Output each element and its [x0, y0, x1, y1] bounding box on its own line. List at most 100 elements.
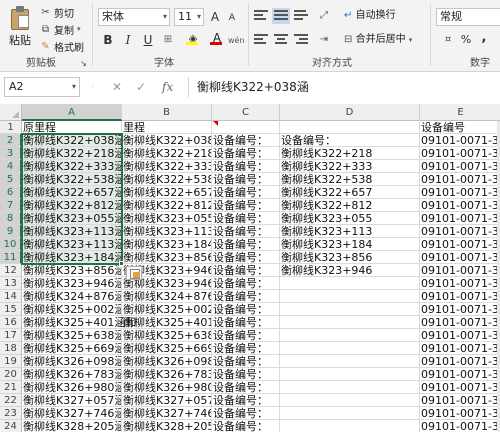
font-size-select[interactable]: 11 ▾	[174, 8, 204, 26]
wrap-text-button[interactable]: ↵ 自动换行	[344, 8, 396, 24]
cell-a14[interactable]: 衡柳线K324+876涵	[22, 290, 122, 303]
cell-d21[interactable]	[280, 381, 420, 394]
phonetic-button[interactable]: wén	[228, 33, 245, 49]
cell-d5[interactable]: 衡柳线K322+538	[280, 173, 420, 186]
cell-d9[interactable]: 衡柳线K323+113	[280, 225, 420, 238]
cell-b1[interactable]: 里程	[122, 121, 212, 134]
cell-d1[interactable]	[280, 121, 420, 134]
cell-e13[interactable]: 09101-0071-32	[420, 277, 500, 290]
cell-e8[interactable]: 09101-0071-32	[420, 212, 500, 225]
cell-d14[interactable]	[280, 290, 420, 303]
cell-e17[interactable]: 09101-0071-32	[420, 329, 500, 342]
row-header[interactable]: 19	[0, 355, 22, 368]
row-header[interactable]: 4	[0, 160, 22, 173]
row-header[interactable]: 1	[0, 121, 22, 134]
fx-icon[interactable]: fx	[162, 77, 173, 97]
cell-a7[interactable]: 衡柳线K322+812涵	[22, 199, 122, 212]
cell-d12[interactable]: 衡柳线K323+946	[280, 264, 420, 277]
cell-b24[interactable]: 衡柳线K328+205	[122, 420, 212, 432]
cell-c7[interactable]: 设备编号：	[212, 199, 280, 212]
cell-e22[interactable]: 09101-0071-32	[420, 394, 500, 407]
cell-d2[interactable]: 设备编号：	[280, 134, 420, 147]
column-header-d[interactable]: D	[280, 104, 420, 121]
cell-a5[interactable]: 衡柳线K322+538涵	[22, 173, 122, 186]
cell-a19[interactable]: 衡柳线K326+098涵	[22, 355, 122, 368]
cell-b14[interactable]: 衡柳线K324+876	[122, 290, 212, 303]
cell-e18[interactable]: 09101-0071-32	[420, 342, 500, 355]
row-header[interactable]: 22	[0, 394, 22, 407]
cell-c8[interactable]: 设备编号：	[212, 212, 280, 225]
indent-button[interactable]: ⇥	[316, 32, 332, 48]
cell-a4[interactable]: 衡柳线K322+333涵	[22, 160, 122, 173]
cell-b20[interactable]: 衡柳线K326+783	[122, 368, 212, 381]
cell-d16[interactable]	[280, 316, 420, 329]
cell-e2[interactable]: 09101-0071-32	[420, 134, 500, 147]
row-header[interactable]: 24	[0, 420, 22, 432]
cell-c22[interactable]: 设备编号：	[212, 394, 280, 407]
cell-d15[interactable]	[280, 303, 420, 316]
cell-a6[interactable]: 衡柳线K322+657涵	[22, 186, 122, 199]
cell-e24[interactable]: 09101-0071-32	[420, 420, 500, 432]
cell-d10[interactable]: 衡柳线K323+184	[280, 238, 420, 251]
number-format-select[interactable]: 常规	[436, 8, 500, 26]
name-box[interactable]: A2 ▾	[4, 77, 80, 97]
comma-style-button[interactable]: ,	[476, 30, 492, 46]
row-header[interactable]: 11	[0, 251, 22, 264]
enter-icon[interactable]: ✓	[136, 77, 146, 97]
cell-d6[interactable]: 衡柳线K322+657	[280, 186, 420, 199]
center-align-icon[interactable]	[274, 34, 288, 46]
cell-c6[interactable]: 设备编号：	[212, 186, 280, 199]
cell-b11[interactable]: 衡柳线K323+856	[122, 251, 212, 264]
comment-indicator[interactable]	[213, 121, 218, 126]
middle-align-icon[interactable]	[272, 8, 290, 24]
cell-c14[interactable]: 设备编号：	[212, 290, 280, 303]
cell-a12[interactable]: 衡柳线K323+856涵	[22, 264, 122, 277]
formula-input[interactable]: 衡柳线K322+038涵	[188, 77, 500, 97]
cell-d18[interactable]	[280, 342, 420, 355]
cell-d24[interactable]	[280, 420, 420, 432]
cell-c16[interactable]: 设备编号：	[212, 316, 280, 329]
left-align-icon[interactable]	[254, 34, 268, 46]
underline-button[interactable]: U	[140, 32, 156, 48]
cell-d3[interactable]: 衡柳线K322+218	[280, 147, 420, 160]
cell-c23[interactable]: 设备编号：	[212, 407, 280, 420]
cell-c2[interactable]: 设备编号：	[212, 134, 280, 147]
cell-c1[interactable]	[212, 121, 280, 134]
cell-a24[interactable]: 衡柳线K328+205涵	[22, 420, 122, 432]
cell-b15[interactable]: 衡柳线K325+002	[122, 303, 212, 316]
cell-c9[interactable]: 设备编号：	[212, 225, 280, 238]
format-painter-button[interactable]: ✎ 格式刷	[40, 38, 84, 54]
cell-e14[interactable]: 09101-0071-32	[420, 290, 500, 303]
row-header[interactable]: 23	[0, 407, 22, 420]
cell-c4[interactable]: 设备编号：	[212, 160, 280, 173]
cell-c24[interactable]: 设备编号：	[212, 420, 280, 432]
copy-button[interactable]: ⧉ 复制 ▾	[40, 21, 81, 37]
cell-e19[interactable]: 09101-0071-32	[420, 355, 500, 368]
paste-button[interactable]: 粘贴	[6, 4, 34, 54]
row-header[interactable]: 18	[0, 342, 22, 355]
currency-button[interactable]: ¤	[440, 32, 456, 48]
cell-c18[interactable]: 设备编号：	[212, 342, 280, 355]
cell-a23[interactable]: 衡柳线K327+746涵	[22, 407, 122, 420]
cell-e9[interactable]: 09101-0071-32	[420, 225, 500, 238]
cell-c12[interactable]: 设备编号：	[212, 264, 280, 277]
cell-e4[interactable]: 09101-0071-32	[420, 160, 500, 173]
cell-d19[interactable]	[280, 355, 420, 368]
cell-b5[interactable]: 衡柳线K322+538	[122, 173, 212, 186]
cell-e21[interactable]: 09101-0071-32	[420, 381, 500, 394]
cell-e1[interactable]: 设备编号	[420, 121, 500, 134]
cell-d4[interactable]: 衡柳线K322+333	[280, 160, 420, 173]
grow-font-button[interactable]: A	[207, 9, 223, 25]
cell-d11[interactable]: 衡柳线K323+856	[280, 251, 420, 264]
cell-a22[interactable]: 衡柳线K327+057涵	[22, 394, 122, 407]
cell-b9[interactable]: 衡柳线K323+113	[122, 225, 212, 238]
cell-b4[interactable]: 衡柳线K322+333	[122, 160, 212, 173]
row-header[interactable]: 21	[0, 381, 22, 394]
cell-e5[interactable]: 09101-0071-32	[420, 173, 500, 186]
cell-e23[interactable]: 09101-0071-32	[420, 407, 500, 420]
cell-e6[interactable]: 09101-0071-32	[420, 186, 500, 199]
cell-b23[interactable]: 衡柳线K327+746	[122, 407, 212, 420]
cell-b21[interactable]: 衡柳线K326+980	[122, 381, 212, 394]
row-header[interactable]: 20	[0, 368, 22, 381]
cell-a13[interactable]: 衡柳线K323+946涵	[22, 277, 122, 290]
